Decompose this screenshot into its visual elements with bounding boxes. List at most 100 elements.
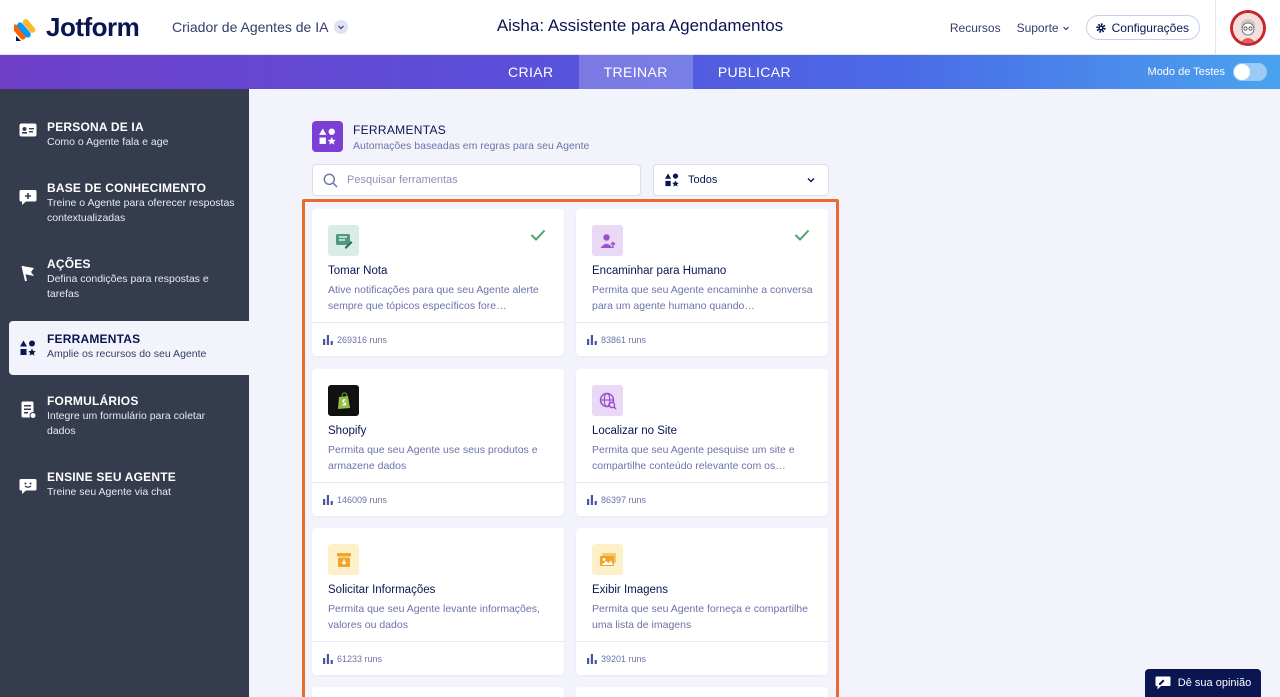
toggle-knob: [1234, 64, 1250, 80]
tool-title: Encaminhar para Humano: [592, 265, 727, 277]
tool-usage: 61233 runs: [312, 641, 564, 675]
tool-title: Exibir Imagens: [592, 584, 669, 596]
tool-runs: 269316 runs: [337, 334, 388, 345]
tool-card-take-note[interactable]: Tomar Nota Ative notificações para que s…: [312, 209, 564, 356]
tool-title: Tomar Nota: [328, 265, 388, 277]
sidebar-item-title: AÇÕES: [47, 257, 91, 271]
chevron-down-icon: [334, 20, 349, 34]
sidebar-item-knowledge-base[interactable]: BASE DE CONHECIMENTO Treine o Agente par…: [0, 181, 249, 226]
tab-treinar[interactable]: TREINAR: [578, 55, 693, 89]
sidebar-item-title: ENSINE SEU AGENTE: [47, 470, 176, 484]
user-arrow-icon: [592, 225, 623, 256]
tool-card-show-images[interactable]: Exibir Imagens Permita que seu Agente fo…: [576, 528, 828, 675]
shapes-icon: [665, 173, 679, 187]
avatar-image: [1233, 13, 1263, 43]
tool-description: Permita que seu Agente encaminhe a conve…: [592, 284, 813, 312]
check-icon: [794, 229, 810, 241]
tool-usage: 83861 runs: [576, 322, 828, 356]
smile-chat-icon: [18, 476, 38, 496]
top-header: Jotform Criador de Agentes de IA Aisha: …: [0, 0, 1280, 55]
sidebar-item-actions[interactable]: AÇÕES Defina condições para respostas e …: [0, 257, 249, 302]
avatar[interactable]: [1230, 10, 1266, 46]
images-icon: [592, 544, 623, 575]
page-subtitle: Automações baseadas em regras para seu A…: [353, 140, 590, 152]
tool-title: Solicitar Informações: [328, 584, 436, 596]
tool-description: Permita que seu Agente pesquise um site …: [592, 444, 795, 472]
jotform-logo-icon: [14, 18, 36, 41]
jotform-logo[interactable]: Jotform: [14, 12, 140, 43]
tool-usage: 39201 runs: [576, 641, 828, 675]
sidebar-item-desc: Integre um formulário para coletar dados: [47, 410, 206, 437]
tool-card-shopify[interactable]: Shopify Permita que seu Agente use seus …: [312, 369, 564, 516]
bar-chart-icon: [323, 334, 333, 345]
bar-chart-icon: [587, 653, 597, 664]
sidebar-item-teach-agent[interactable]: ENSINE SEU AGENTE Treine seu Agente via …: [0, 470, 249, 500]
id-card-icon: [18, 120, 38, 140]
bar-chart-icon: [587, 334, 597, 345]
test-mode-label: Modo de Testes: [1147, 66, 1225, 78]
support-label: Suporte: [1016, 20, 1059, 35]
sidebar-item-title: FERRAMENTAS: [47, 332, 141, 346]
test-mode-toggle[interactable]: [1233, 63, 1267, 81]
tool-usage: 146009 runs: [312, 482, 564, 516]
page-title: FERRAMENTAS: [353, 123, 447, 137]
tool-runs: 86397 runs: [601, 494, 647, 505]
note-icon: [328, 225, 359, 256]
sidebar-item-desc: Como o Agente fala e age: [47, 136, 169, 148]
product-dropdown[interactable]: Criador de Agentes de IA: [172, 19, 349, 35]
category-filter-dropdown[interactable]: Todos: [653, 164, 829, 196]
tool-card-human-handoff[interactable]: Encaminhar para Humano Permita que seu A…: [576, 209, 828, 356]
tools-search: [312, 164, 641, 196]
filter-value: Todos: [688, 174, 718, 186]
tool-runs: 61233 runs: [337, 653, 383, 664]
search-input[interactable]: [347, 174, 627, 186]
tool-usage: 86397 runs: [576, 482, 828, 516]
feedback-button[interactable]: Dê sua opinião: [1145, 669, 1261, 697]
sidebar-item-title: PERSONA DE IA: [47, 120, 144, 134]
tool-description: Permita que seu Agente forneça e compart…: [592, 603, 808, 631]
resources-link[interactable]: Recursos: [950, 21, 1001, 35]
tool-runs: 146009 runs: [337, 494, 388, 505]
chevron-down-icon: [807, 178, 815, 183]
tool-title: Localizar no Site: [592, 425, 678, 437]
sidebar-item-desc: Amplie os recursos do seu Agente: [47, 348, 207, 360]
sidebar-item-desc: Defina condições para respostas e tarefa…: [47, 273, 209, 300]
tool-description: Ative notificações para que seu Agente a…: [328, 284, 539, 312]
tab-publicar[interactable]: PUBLICAR: [693, 55, 816, 89]
sidebar-item-title: BASE DE CONHECIMENTO: [47, 181, 207, 195]
brand-name: Jotform: [46, 12, 140, 42]
tool-usage: 269316 runs: [312, 322, 564, 356]
tool-runs: 39201 runs: [601, 653, 647, 664]
tool-card-partial[interactable]: [576, 687, 828, 697]
tool-runs: 83861 runs: [601, 334, 647, 345]
form-icon: [18, 400, 38, 420]
gear-icon: [1095, 22, 1106, 33]
tool-description: Permita que seu Agente use seus produtos…: [328, 444, 538, 472]
main-nav: CRIAR TREINAR PUBLICAR Modo de Testes: [0, 55, 1280, 89]
chat-plus-icon: [18, 187, 38, 207]
tool-card-partial[interactable]: [312, 687, 564, 697]
bar-chart-icon: [323, 494, 333, 505]
check-icon: [530, 229, 546, 241]
search-icon: [323, 173, 338, 188]
feedback-chat-icon: [1155, 676, 1171, 690]
inbox-icon: [328, 544, 359, 575]
bar-chart-icon: [587, 494, 597, 505]
settings-button[interactable]: Configurações: [1085, 15, 1200, 40]
product-name: Criador de Agentes de IA: [172, 19, 329, 35]
flag-icon: [18, 263, 38, 283]
sidebar: PERSONA DE IA Como o Agente fala e age B…: [0, 89, 249, 697]
sidebar-item-forms[interactable]: FORMULÁRIOS Integre um formulário para c…: [0, 394, 249, 439]
sidebar-item-persona[interactable]: PERSONA DE IA Como o Agente fala e age: [0, 120, 249, 150]
sidebar-item-tools[interactable]: FERRAMENTAS Amplie os recursos do seu Ag…: [9, 321, 249, 375]
sidebar-item-desc: Treine o Agente para oferecer respostas …: [47, 197, 235, 224]
bar-chart-icon: [323, 653, 333, 664]
shopify-icon: [328, 385, 359, 416]
sidebar-item-title: FORMULÁRIOS: [47, 394, 139, 408]
support-menu[interactable]: Suporte: [1017, 21, 1070, 35]
tool-card-request-info[interactable]: Solicitar Informações Permita que seu Ag…: [312, 528, 564, 675]
tab-criar[interactable]: CRIAR: [483, 55, 579, 89]
tools-section-header: FERRAMENTAS Automações baseadas em regra…: [312, 121, 589, 152]
settings-label: Configurações: [1111, 20, 1189, 35]
tool-card-site-search[interactable]: Localizar no Site Permita que seu Agente…: [576, 369, 828, 516]
